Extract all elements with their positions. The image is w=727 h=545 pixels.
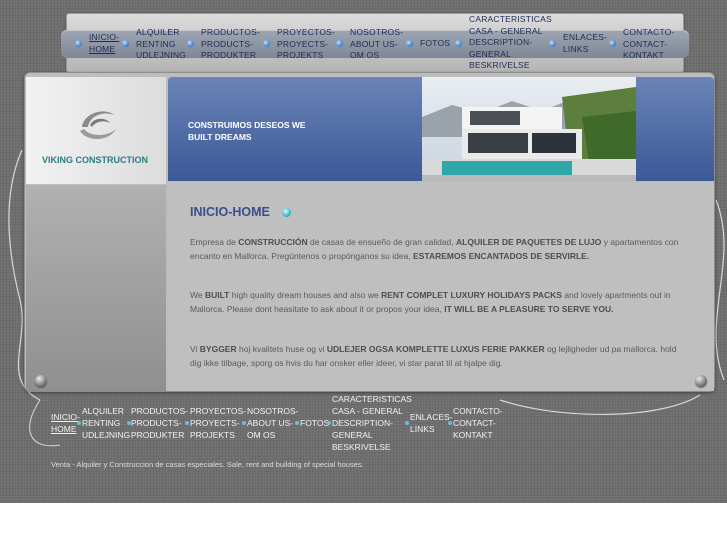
content-area: INICIO-HOME Empresa de CONSTRUCCIÓN de c… (168, 183, 714, 391)
footer-item-enlaces[interactable]: Enlaces- Links (410, 411, 453, 435)
footer-item-caracteristicas[interactable]: Caracteristicas casa - General Descripti… (332, 393, 412, 453)
footer-bullet-icon (295, 421, 299, 425)
footer-bullet-icon (77, 421, 81, 425)
modern-house-photo (422, 77, 636, 181)
paragraph-danish: Vi BYGGER hoj kvalitets huse og vi UDLEJ… (190, 344, 677, 368)
footer-item-contacto[interactable]: Contacto- Contact- Kontakt (453, 405, 503, 441)
footer-item-proyectos[interactable]: Proyectos- Proyects- Projekts (190, 405, 246, 441)
nav-bullet-icon (549, 40, 556, 47)
logo-area[interactable]: VIKING CONSTRUCTION (26, 77, 166, 184)
left-column (26, 185, 166, 391)
header-banner: CONSTRUIMOS DESEOS WE BUILT DREAMS (168, 77, 714, 181)
nav-item-fotos[interactable]: Fotos (420, 38, 450, 50)
paragraph-spanish: Empresa de CONSTRUCCIÓN de casas de ensu… (190, 237, 679, 261)
nav-bullet-icon (336, 40, 343, 47)
nav-item-enlaces[interactable]: Enlaces- Links (563, 32, 607, 55)
logo-text: VIKING CONSTRUCTION (42, 155, 149, 165)
nav-item-contacto[interactable]: Contacto- Contact- Kontakt (623, 27, 675, 62)
nav-bullet-icon (609, 40, 616, 47)
nav-item-inicio[interactable]: Inicio- Home (89, 32, 119, 55)
nav-item-productos[interactable]: Productos- Products- Produkter (201, 27, 260, 62)
nav-bullet-icon (75, 40, 82, 47)
footer-bullet-icon (448, 421, 452, 425)
nav-bullet-icon (406, 40, 413, 47)
footer-bullet-icon (405, 421, 409, 425)
nav-item-caracteristicas[interactable]: Caracteristicas casa - General Descripti… (469, 14, 552, 72)
nav-bullet-icon (263, 40, 270, 47)
nav-item-nosotros[interactable]: Nosotros- About us- Om os (350, 27, 403, 62)
footer-bullet-icon (327, 421, 331, 425)
paragraph-english: We BUILT high quality dream houses and a… (190, 290, 671, 314)
banner-tagline: CONSTRUIMOS DESEOS WE BUILT DREAMS (188, 120, 306, 142)
footer-bullet-icon (185, 421, 189, 425)
nav-bullet-icon (187, 40, 194, 47)
main-panel: VIKING CONSTRUCTION CONSTRUIMOS DESEOS W… (24, 72, 715, 392)
footer-item-inicio[interactable]: Inicio- Home (51, 411, 80, 435)
nav-item-proyectos[interactable]: Proyectos- Proyects- Projekts (277, 27, 335, 62)
page-background: Inicio- Home Alquiler Renting Udlejning … (0, 0, 727, 503)
footer-item-nosotros[interactable]: Nosotros- About us- Om os (247, 405, 298, 441)
footer-item-fotos[interactable]: Fotos (300, 417, 329, 429)
footer-copyright: Venta - Alquiler y Construccion de casas… (51, 460, 364, 469)
footer-item-alquiler[interactable]: Alquiler Renting Udlejning (82, 405, 130, 441)
page-title: INICIO-HOME (190, 205, 270, 219)
footer-item-productos[interactable]: Productos- Products- Produkter (131, 405, 188, 441)
title-bullet-icon (282, 208, 291, 217)
corner-knob-icon (35, 375, 47, 387)
corner-knob-icon (695, 375, 707, 387)
nav-bullet-icon (122, 40, 129, 47)
nav-item-alquiler[interactable]: Alquiler Renting Udlejning (136, 27, 186, 62)
swoosh-logo-icon (80, 111, 116, 139)
footer-bullet-icon (242, 421, 246, 425)
nav-bullet-icon (455, 40, 462, 47)
